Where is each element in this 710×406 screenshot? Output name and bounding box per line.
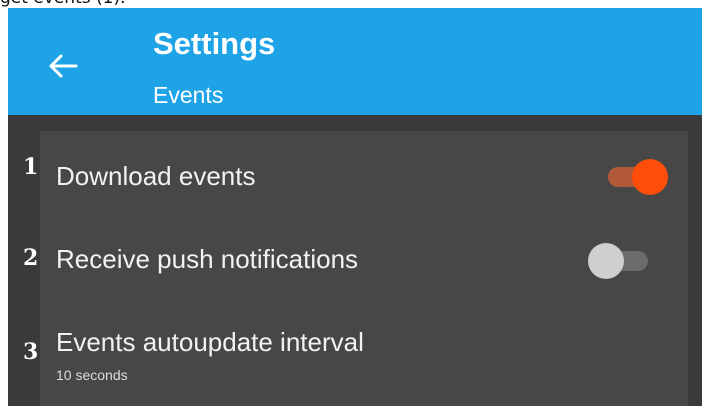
callout-number-3: 3 bbox=[23, 339, 39, 365]
toggle-thumb bbox=[632, 159, 668, 195]
setting-label: Download events bbox=[56, 161, 256, 191]
arrow-left-icon[interactable] bbox=[48, 54, 78, 78]
app-bar: Settings Events bbox=[8, 8, 702, 115]
callout-number-2: 2 bbox=[23, 245, 39, 271]
setting-row-push-notifications[interactable]: Receive push notifications bbox=[40, 219, 688, 299]
page-title: Settings bbox=[153, 26, 276, 61]
settings-panel: Download events Receive push notificatio… bbox=[40, 131, 688, 406]
setting-value: 10 seconds bbox=[56, 367, 128, 383]
setting-label: Receive push notifications bbox=[56, 244, 359, 274]
cut-off-caption: get events (1). bbox=[0, 0, 125, 8]
screenshot-frame: get events (1). Settings Events 1 2 3 Do… bbox=[0, 0, 710, 406]
toggle-thumb bbox=[588, 243, 624, 279]
callout-number-1: 1 bbox=[23, 154, 39, 180]
setting-row-download-events[interactable]: Download events bbox=[40, 135, 688, 215]
page-subtitle: Events bbox=[153, 82, 224, 108]
setting-label: Events autoupdate interval bbox=[56, 327, 364, 357]
push-notifications-toggle[interactable] bbox=[588, 241, 652, 281]
setting-row-autoupdate-interval[interactable]: Events autoupdate interval 10 seconds bbox=[40, 309, 688, 389]
download-events-toggle[interactable] bbox=[604, 157, 668, 197]
